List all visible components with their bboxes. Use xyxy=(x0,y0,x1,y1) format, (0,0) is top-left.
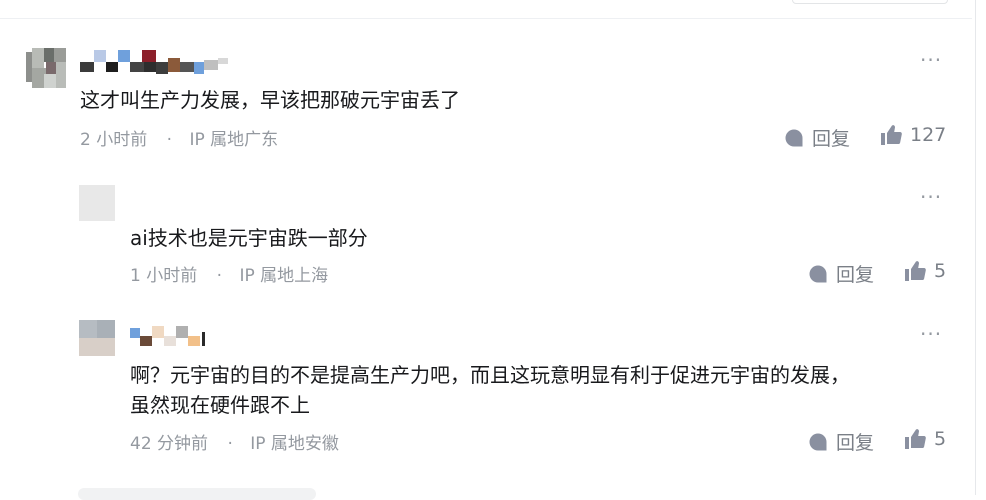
reply-item: ··· 啊？元宇宙的目的不是提高生产力吧，而且这玩意明显有利于促进元宇宙的发展，… xyxy=(0,300,986,488)
meta-separator: · xyxy=(216,266,223,286)
comment-bubble-icon xyxy=(809,433,827,450)
meta-separator: · xyxy=(166,130,173,150)
more-options-icon[interactable]: ··· xyxy=(920,185,942,209)
like-count: 127 xyxy=(910,124,947,146)
comment-meta: 1 小时前 · IP 属地上海 xyxy=(130,261,328,286)
reply-item: ··· ai技术也是元宇宙跌一部分 1 小时前 · IP 属地上海 回复 5 xyxy=(0,160,986,300)
comment-meta: 42 分钟前 · IP 属地安徽 xyxy=(130,429,339,454)
ip-location: IP 属地安徽 xyxy=(250,434,339,454)
reply-label: 回复 xyxy=(812,128,851,150)
comment-item: ··· 这才叫生产力发展，早该把那破元宇宙丢了 2 小时前 · IP 属地广东 … xyxy=(0,0,986,160)
avatar[interactable] xyxy=(79,185,115,221)
avatar[interactable] xyxy=(79,320,115,356)
meta-separator: · xyxy=(227,434,233,454)
next-item-partial xyxy=(78,488,316,500)
comment-text-line-1: 啊？元宇宙的目的不是提高生产力吧，而且这玩意明显有利于促进元宇宙的发展， xyxy=(130,363,850,387)
like-count: 5 xyxy=(934,260,947,282)
username-blurred[interactable] xyxy=(80,50,232,76)
thumbs-up-icon[interactable] xyxy=(904,260,926,282)
username-blurred[interactable] xyxy=(130,326,210,348)
avatar[interactable] xyxy=(26,48,66,88)
thumbs-up-icon[interactable] xyxy=(880,124,902,146)
comment-time: 2 小时前 xyxy=(80,130,148,150)
reply-label: 回复 xyxy=(836,264,875,286)
comment-text-line-2: 虽然现在硬件跟不上 xyxy=(130,393,310,417)
comment-bubble-icon xyxy=(785,129,803,146)
comment-bubble-icon xyxy=(809,265,827,282)
thumbs-up-icon[interactable] xyxy=(904,428,926,450)
reply-label: 回复 xyxy=(836,432,875,454)
ip-location: IP 属地上海 xyxy=(239,266,329,286)
comment-time: 1 小时前 xyxy=(130,266,198,286)
more-options-icon[interactable]: ··· xyxy=(920,48,942,72)
reply-button[interactable]: 回复 xyxy=(808,428,874,455)
comment-meta: 2 小时前 · IP 属地广东 xyxy=(80,125,278,150)
more-options-icon[interactable]: ··· xyxy=(920,322,942,346)
comment-text: ai技术也是元宇宙跌一部分 xyxy=(130,226,368,250)
reply-button[interactable]: 回复 xyxy=(808,260,874,287)
ip-location: IP 属地广东 xyxy=(189,130,279,150)
reply-button[interactable]: 回复 xyxy=(784,124,850,151)
comment-text: 这才叫生产力发展，早该把那破元宇宙丢了 xyxy=(80,88,460,112)
comment-time: 42 分钟前 xyxy=(130,434,209,454)
like-count: 5 xyxy=(934,428,947,450)
